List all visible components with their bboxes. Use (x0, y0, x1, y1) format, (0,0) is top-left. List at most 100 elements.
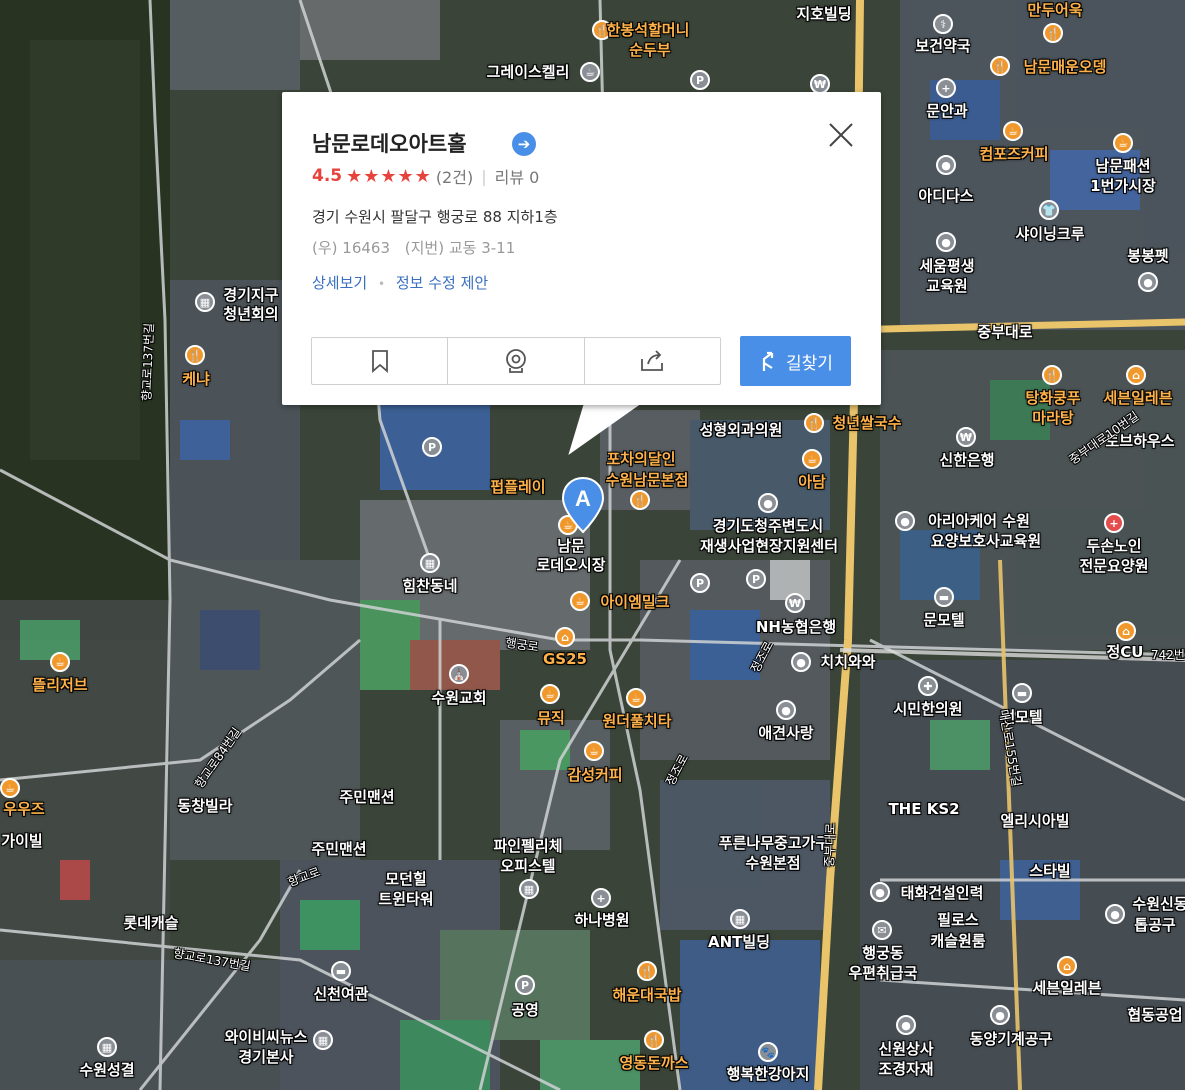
map-label[interactable]: 오피스텔 (500, 857, 555, 875)
map-label[interactable]: 동양기계공구 (970, 1030, 1053, 1048)
map-label[interactable]: 샤이닝크루 (1015, 225, 1084, 243)
shop-marker[interactable]: ● (896, 1015, 916, 1035)
map-label[interactable]: 남문 (557, 537, 585, 555)
map-label[interactable]: 1번가시장 (1090, 177, 1156, 195)
map-label[interactable]: 봉봉펫 (1127, 247, 1168, 265)
map-label[interactable]: 아이엠밀크 (600, 593, 669, 611)
map-label[interactable]: 신한은행 (939, 451, 994, 469)
parking-marker[interactable]: P (690, 70, 710, 90)
rating-count[interactable]: (2건) (436, 164, 473, 188)
cafe-marker[interactable]: ☕ (626, 688, 646, 708)
map-label[interactable]: 그레이스켈리 (487, 63, 570, 81)
map-label[interactable]: 뮤직 (537, 709, 565, 727)
map-label[interactable]: 아담 (798, 473, 826, 491)
map-label[interactable]: 태화건설인력 (901, 884, 984, 902)
education-marker[interactable]: ● (895, 511, 915, 531)
map-label[interactable]: 전문요양원 (1079, 557, 1148, 575)
map-label[interactable]: 주민맨션 (311, 840, 366, 858)
convenience-marker[interactable]: ⌂ (1057, 956, 1077, 976)
map-label[interactable]: 뜰리저브 (32, 676, 87, 694)
map-label[interactable]: 시민한의원 (893, 700, 962, 718)
map-label[interactable]: 정CU (1107, 643, 1144, 661)
map-label[interactable]: 트윈타워 (378, 890, 433, 908)
map-label[interactable]: 원더풀치타 (602, 712, 671, 730)
building-marker[interactable]: ● (758, 493, 778, 513)
map-label[interactable]: 요양보호사교육원 (931, 532, 1041, 550)
map-label[interactable]: 두손노인 (1086, 537, 1141, 555)
map-label[interactable]: 모던힐 (385, 870, 426, 888)
map-label[interactable]: 동창빌라 (177, 797, 232, 815)
map-label[interactable]: 경기본사 (238, 1048, 293, 1066)
map-label[interactable]: 청년회의 (223, 305, 278, 323)
map-label[interactable]: 세븐일레븐 (1103, 389, 1172, 407)
map-label[interactable]: 우우즈 (3, 800, 44, 818)
roadview-button[interactable] (448, 338, 585, 384)
map-label[interactable]: 수원본점 (745, 854, 800, 872)
cafe-marker[interactable]: ☕ (584, 741, 604, 761)
map-label[interactable]: 신천여관 (313, 985, 368, 1003)
shop-marker[interactable]: ● (936, 155, 956, 175)
map-label[interactable]: 경기도청주변도시 (713, 517, 823, 535)
map-label[interactable]: 필로스 (937, 911, 978, 929)
parking-marker[interactable]: P (746, 569, 766, 589)
map-label[interactable]: 만두어욱 (1027, 1, 1082, 19)
map-label[interactable]: 롯데캐슬 (123, 914, 178, 932)
cafe-marker[interactable]: ☕ (570, 591, 590, 611)
restaurant-marker[interactable]: 🍴 (644, 1030, 664, 1050)
bookmark-button[interactable] (312, 338, 449, 384)
building-marker[interactable]: ▦ (313, 1030, 333, 1050)
restaurant-marker[interactable]: 🍴 (1043, 23, 1063, 43)
map-label[interactable]: 톱공구 (1134, 916, 1175, 934)
map-label[interactable]: 영동돈까스 (619, 1054, 688, 1072)
convenience-marker[interactable]: ⌂ (1116, 621, 1136, 641)
convenience-marker[interactable]: ⌂ (555, 627, 575, 647)
map-label[interactable]: 문안과 (926, 102, 967, 120)
building-marker[interactable]: ● (1105, 904, 1125, 924)
building-marker[interactable]: ▦ (195, 292, 215, 312)
cafe-marker[interactable]: ☕ (1113, 133, 1133, 153)
map-label[interactable]: 컴포즈커피 (979, 145, 1048, 163)
map-label[interactable]: 하나병원 (574, 911, 629, 929)
map-label[interactable]: 엘리시아빌 (1000, 812, 1069, 830)
motel-marker[interactable]: ▬ (331, 961, 351, 981)
share-button[interactable] (585, 338, 720, 384)
map-label[interactable]: 남문매운오뎅 (1024, 58, 1107, 76)
map-label[interactable]: 청년쌀국수 (832, 414, 901, 432)
map-label[interactable]: 조경자재 (878, 1060, 933, 1078)
shop-marker[interactable]: ● (1138, 272, 1158, 292)
map-label[interactable]: 성형외과의원 (700, 421, 783, 439)
cafe-marker[interactable]: ☕ (50, 652, 70, 672)
post-office-marker[interactable]: ✉ (872, 920, 892, 940)
map-label[interactable]: 해운대국밥 (612, 986, 681, 1004)
map-label[interactable]: 협동공업 (1127, 1006, 1182, 1024)
education-marker[interactable]: ● (936, 232, 956, 252)
map-label[interactable]: 순두부 (629, 41, 670, 59)
restaurant-marker[interactable]: 🍴 (1042, 365, 1062, 385)
map-label[interactable]: 펍플레이 (490, 478, 545, 496)
map-label[interactable]: 파인펠리체 (493, 837, 562, 855)
convenience-marker[interactable]: ⌂ (1126, 365, 1146, 385)
detail-link[interactable]: 상세보기 (312, 274, 367, 292)
map-label[interactable]: 로데오시장 (536, 556, 605, 574)
building-marker[interactable]: ▦ (97, 1037, 117, 1057)
map-label[interactable]: 공영 (511, 1001, 539, 1019)
map-label[interactable]: 케냐 (182, 370, 210, 388)
shop-marker[interactable]: ● (791, 652, 811, 672)
restaurant-marker[interactable]: 🍴 (990, 56, 1010, 76)
bank-marker[interactable]: ₩ (810, 74, 830, 94)
map-label[interactable]: 재생사업현장지원센터 (700, 537, 838, 555)
map-label[interactable]: 우편취급국 (848, 964, 917, 982)
motel-marker[interactable]: ▬ (1012, 683, 1032, 703)
place-pin-icon[interactable]: A (561, 476, 605, 534)
motel-marker[interactable]: ▬ (934, 587, 954, 607)
map-label[interactable]: NH농협은행 (756, 618, 836, 636)
map-label[interactable]: 애견사랑 (758, 724, 813, 742)
parking-marker[interactable]: P (690, 573, 710, 593)
restaurant-marker[interactable]: 🍴 (637, 961, 657, 981)
restaurant-marker[interactable]: 🍴 (630, 490, 650, 510)
shop-marker[interactable]: ● (776, 700, 796, 720)
map-label[interactable]: 아디다스 (918, 187, 973, 205)
hospital-marker[interactable]: + (1104, 513, 1124, 533)
building-marker[interactable]: ▦ (420, 553, 440, 573)
hospital-marker[interactable]: + (936, 78, 956, 98)
